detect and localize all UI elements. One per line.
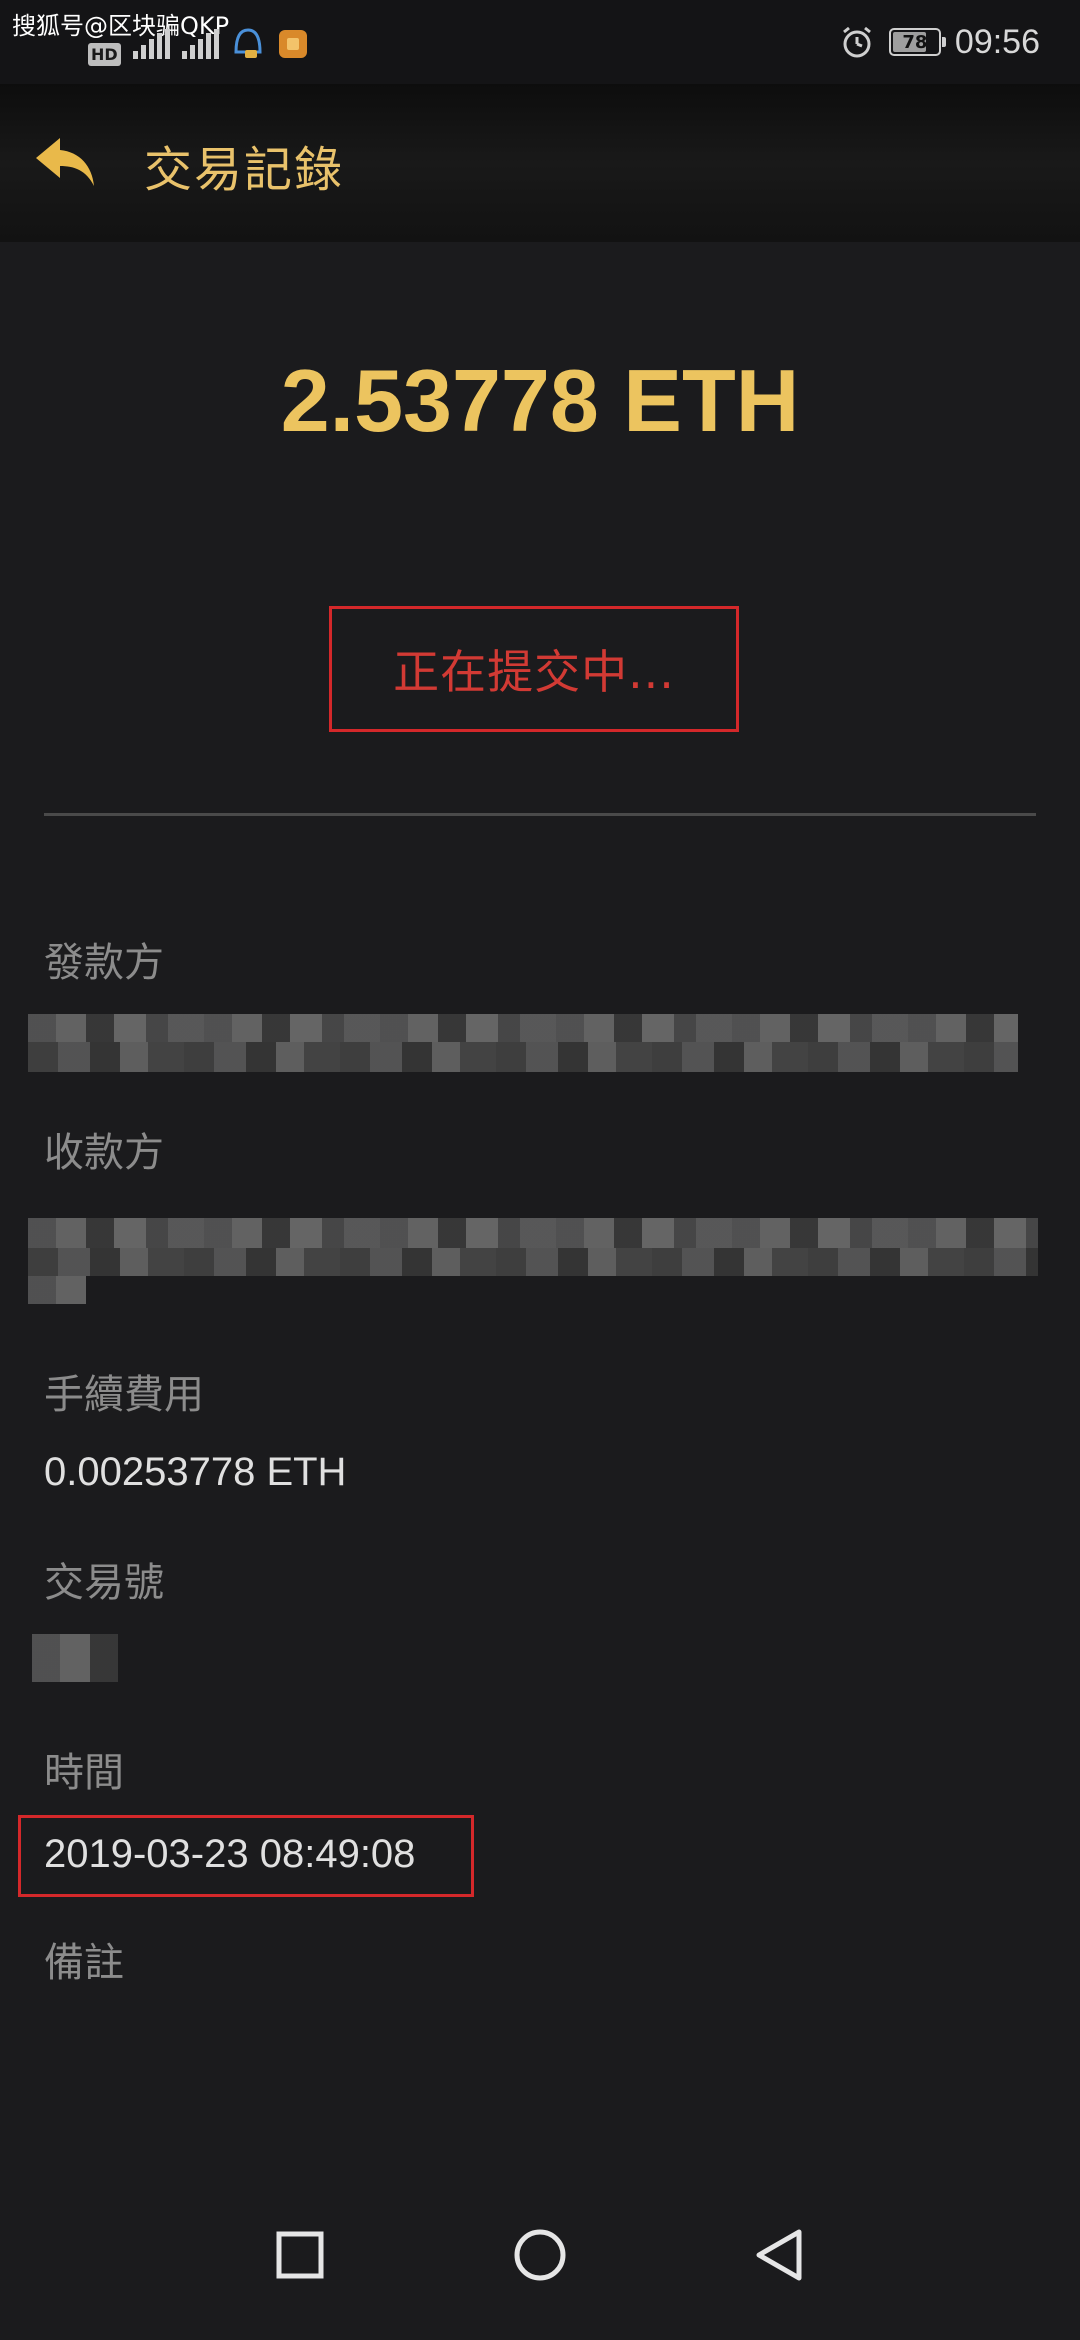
app-icon — [278, 30, 307, 58]
sender-address-redacted — [28, 1042, 1018, 1072]
status-right-icons: 78 09:56 — [839, 16, 1040, 68]
txid-redacted — [32, 1634, 118, 1682]
recent-apps-icon[interactable] — [265, 2220, 335, 2290]
txid-label: 交易號 — [44, 1560, 164, 1606]
clock: 09:56 — [954, 22, 1040, 61]
home-icon[interactable] — [505, 2220, 575, 2290]
receiver-label: 收款方 — [44, 1130, 164, 1176]
hd-badge: HD — [88, 42, 121, 66]
navigation-bar — [0, 2190, 1080, 2340]
signal-icon — [181, 29, 219, 59]
sender-address-redacted — [28, 1014, 1018, 1042]
status-left-icons: HD — [88, 22, 309, 66]
fee-value: 0.00253778 ETH — [44, 1450, 347, 1494]
back-icon[interactable] — [745, 2220, 815, 2290]
sender-label: 發款方 — [44, 940, 164, 986]
notification-icon — [234, 28, 262, 58]
transaction-amount: 2.53778 ETH — [280, 351, 800, 450]
time-label: 時間 — [44, 1750, 124, 1796]
receiver-address-redacted — [28, 1276, 86, 1304]
fee-label: 手續費用 — [44, 1372, 204, 1418]
back-arrow-icon[interactable] — [30, 126, 100, 196]
receiver-address-redacted — [28, 1218, 1038, 1248]
alarm-icon — [842, 26, 871, 58]
status-bar: 搜狐号@区块骗QKP HD 78 09:56 — [0, 0, 1080, 84]
time-value: 2019-03-23 08:49:08 — [44, 1832, 416, 1876]
battery-level-text: 78 — [902, 31, 928, 53]
transaction-status: 正在提交中... — [393, 645, 675, 699]
app-header: 交易記錄 — [0, 84, 1080, 242]
battery-icon: 78 — [888, 28, 946, 56]
page-title: 交易記錄 — [144, 142, 345, 198]
signal-icon — [132, 29, 170, 59]
divider — [44, 813, 1036, 816]
status-highlight-box: 正在提交中... — [329, 606, 739, 732]
receiver-address-redacted — [28, 1248, 1038, 1276]
note-label: 備註 — [44, 1940, 124, 1986]
